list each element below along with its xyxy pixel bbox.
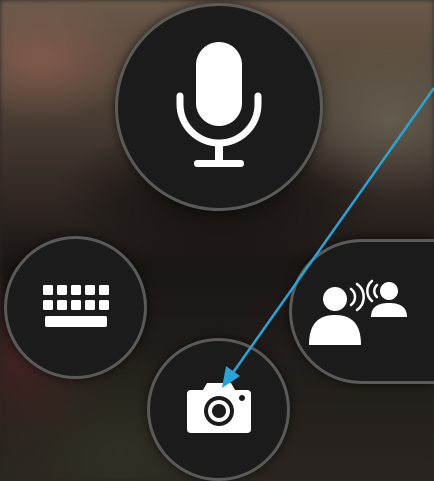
microphone-button[interactable] xyxy=(115,3,323,211)
conversation-icon xyxy=(309,279,409,345)
conversation-mode-button[interactable] xyxy=(289,239,434,384)
keyboard-button[interactable] xyxy=(4,236,147,379)
keyboard-icon xyxy=(42,284,109,331)
camera-button[interactable] xyxy=(147,338,290,481)
microphone-icon xyxy=(174,42,264,172)
camera-icon xyxy=(185,379,253,435)
